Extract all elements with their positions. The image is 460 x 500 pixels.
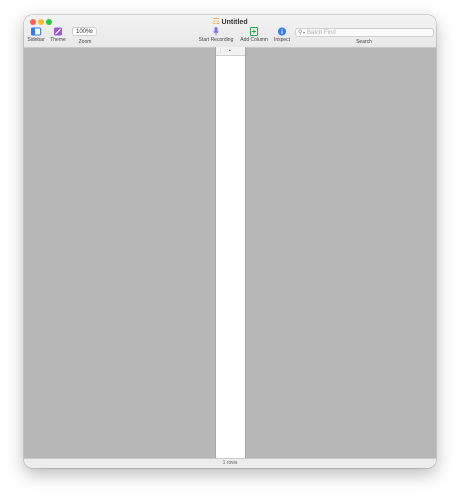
table-column[interactable]: ⋮ • <box>215 47 246 459</box>
add-column-label: Add Column <box>240 37 268 43</box>
add-column-button[interactable]: Add Column <box>239 27 269 43</box>
column-header-marker: • <box>229 48 231 54</box>
theme-icon <box>54 27 62 36</box>
zoom-label: Zoom <box>78 39 92 45</box>
row-count: 1 rows <box>222 460 238 466</box>
chevron-down-icon: ▾ <box>303 30 306 35</box>
window-title: ☶ Untitled <box>24 17 436 26</box>
microphone-icon <box>213 27 219 36</box>
window-title-text: Untitled <box>221 19 248 26</box>
column-header[interactable]: ⋮ • <box>216 47 245 56</box>
sidebar-label: Sidebar <box>27 37 45 43</box>
search-label-wrap: Search <box>352 39 376 45</box>
add-column-icon <box>250 27 258 36</box>
search-icon: ⚲ <box>298 30 303 36</box>
zoom-stepper-icon: ⇕ <box>89 29 94 35</box>
sidebar-icon <box>31 27 41 36</box>
sidebar-button[interactable]: Sidebar <box>27 27 45 43</box>
inspect-button[interactable]: Inspect <box>272 27 292 43</box>
theme-button[interactable]: Theme <box>50 27 66 43</box>
document-icon: ☶ <box>212 17 220 26</box>
theme-label: Theme <box>50 37 66 43</box>
search-label: Search <box>356 39 372 45</box>
app-window: ☶ Untitled Sidebar Theme 100% ⇕ Zoom Sta… <box>24 15 436 468</box>
zoom-select[interactable]: 100% ⇕ <box>72 27 97 36</box>
start-recording-button[interactable]: Start Recording <box>196 27 236 43</box>
status-bar: 1 rows <box>24 458 436 468</box>
inspect-label: Inspect <box>273 37 291 43</box>
search-input[interactable]: ⚲ ▾ Batch Find <box>295 28 434 37</box>
search-placeholder: Batch Find <box>307 30 336 36</box>
start-recording-label: Start Recording <box>198 37 234 43</box>
info-icon <box>278 27 286 36</box>
zoom-label-wrap: Zoom <box>77 39 93 45</box>
toolbar: ☶ Untitled Sidebar Theme 100% ⇕ Zoom Sta… <box>24 15 436 48</box>
row-number-header: ⋮ <box>218 48 223 54</box>
